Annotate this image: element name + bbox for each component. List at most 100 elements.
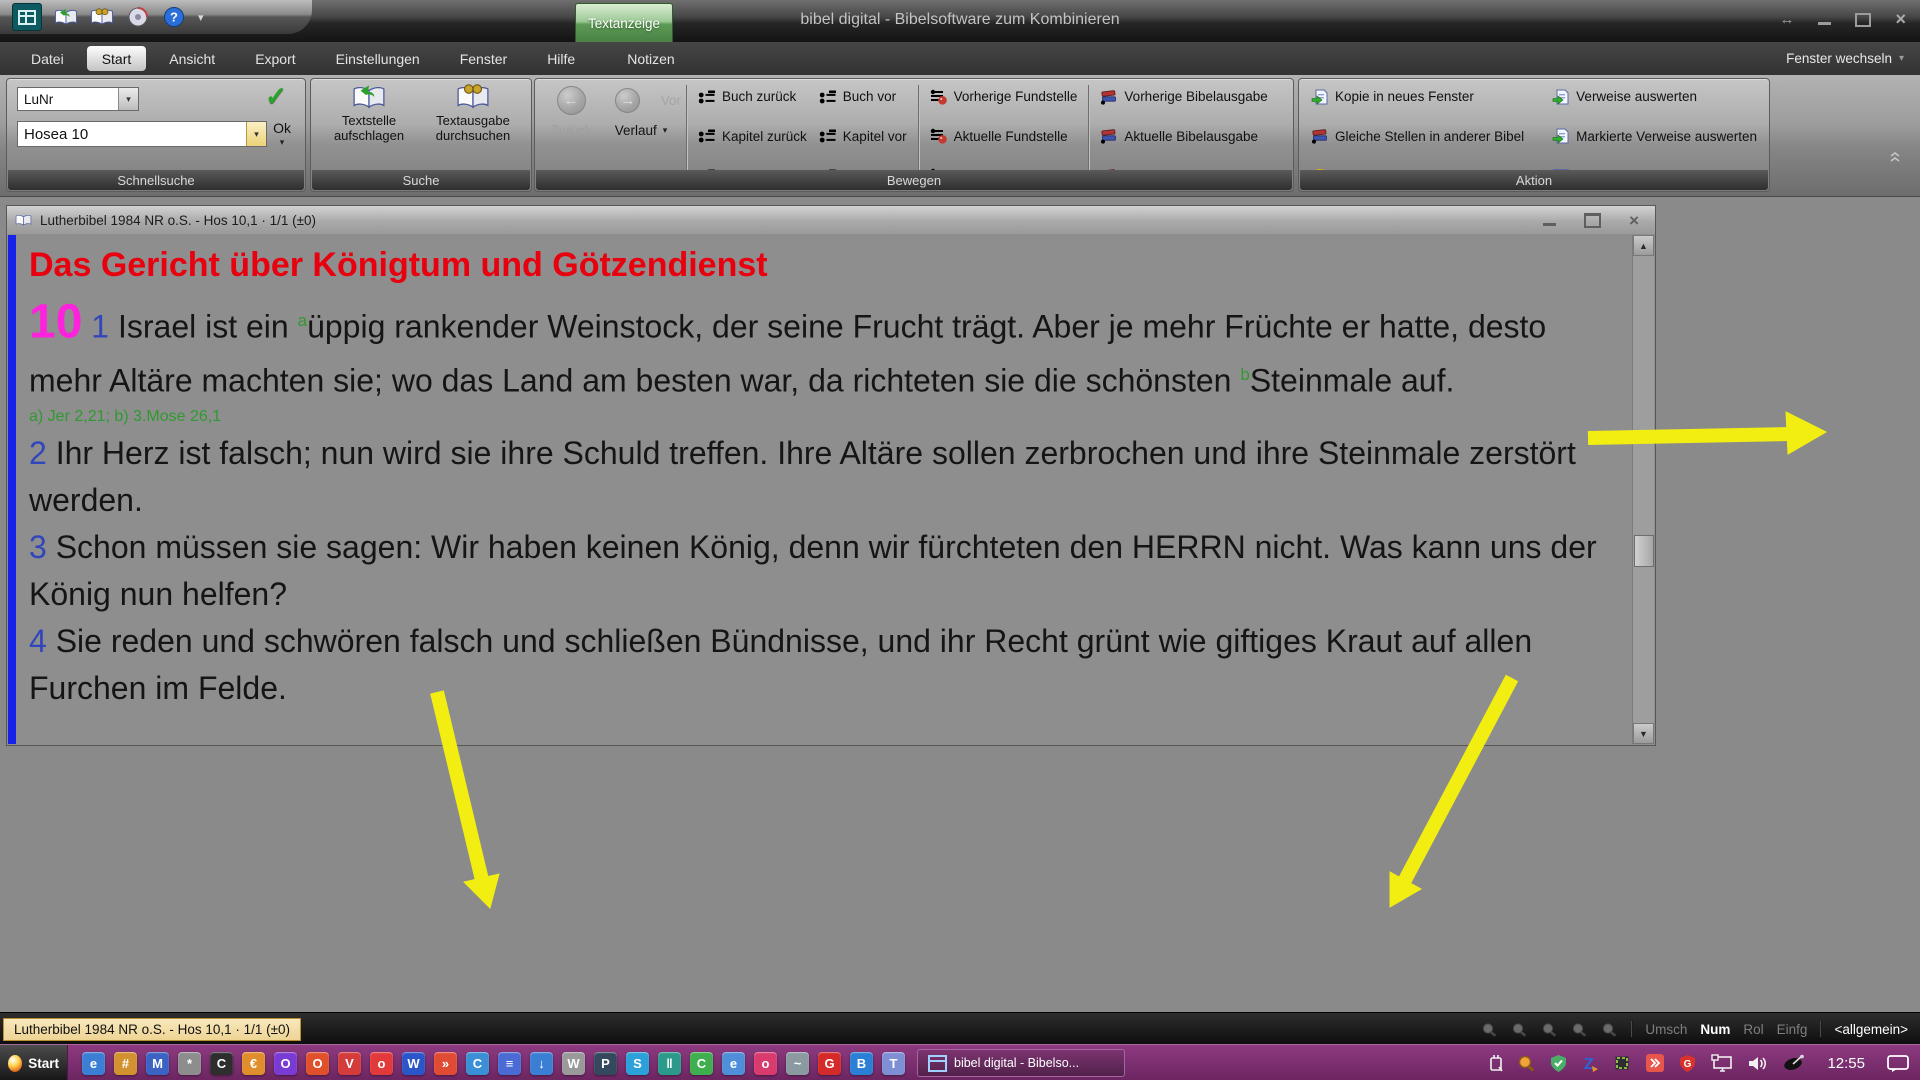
app-icon[interactable]: P [594,1052,617,1075]
buch-zurueck-button[interactable]: Buch zurück [694,84,811,109]
back-icon[interactable]: ← [557,86,586,115]
minimize-icon[interactable] [1818,22,1831,25]
tab-notizen[interactable]: Notizen [610,42,691,75]
tray-volume-icon[interactable] [1747,1054,1769,1073]
kapitel-zurueck-button[interactable]: Kapitel zurück [694,124,811,149]
footnote-marker[interactable]: b [1240,365,1249,384]
tray-satellite-icon[interactable] [1782,1054,1806,1073]
tray-network-icon[interactable] [1710,1054,1734,1073]
app-icon[interactable]: ~ [786,1052,809,1075]
app-icon[interactable]: V [338,1052,361,1075]
vorherige-bibelausgabe-button[interactable]: Vorherige Bibelausgabe [1096,84,1271,109]
textstelle-label: Textstelle aufschlagen [319,114,419,144]
close-icon[interactable]: × [1895,9,1906,30]
app-icon[interactable]: o [370,1052,393,1075]
textstelle-aufschlagen-button[interactable]: Textstelle aufschlagen [319,83,419,144]
start-orb-icon [8,1055,22,1072]
aktuelle-bibelausgabe-button[interactable]: Aktuelle Bibelausgabe [1096,124,1271,149]
scroll-down-icon[interactable]: ▼ [1633,723,1654,744]
app-icon[interactable]: C [466,1052,489,1075]
scroll-up-icon[interactable]: ▲ [1633,235,1654,256]
app-icon[interactable]: # [114,1052,137,1075]
gleiche-stellen-button[interactable]: Gleiche Stellen in anderer Bibel [1307,124,1544,149]
window-switch-icon[interactable]: ↔ [1779,12,1794,27]
zoom-tool-icon[interactable] [1511,1022,1528,1037]
textausgabe-durchsuchen-button[interactable]: Textausgabe durchsuchen [423,83,523,144]
tab-datei[interactable]: Datei [14,42,81,75]
vertical-scrollbar[interactable]: ▲ ▼ [1632,235,1654,744]
close-icon[interactable]: × [1629,212,1639,229]
scrollbar-thumb[interactable] [1634,535,1654,567]
app-icon[interactable]: M [146,1052,169,1075]
app-icon[interactable]: C [210,1052,233,1075]
search-type-combobox[interactable]: LuNr ▾ [17,87,139,111]
tab-einstellungen[interactable]: Einstellungen [319,42,437,75]
kopie-in-neues-fenster-button[interactable]: Kopie in neues Fenster [1307,84,1544,109]
start-button[interactable]: Start [0,1045,68,1080]
restore-icon[interactable] [1584,213,1601,228]
fenster-wechseln-button[interactable]: Fenster wechseln ▾ [1786,42,1904,75]
zoom-tool-icon[interactable] [1541,1022,1558,1037]
ok-button[interactable]: Ok ▾ [273,121,291,147]
vor-button[interactable]: → Vor [601,88,681,113]
app-icon[interactable]: B [850,1052,873,1075]
tab-hilfe[interactable]: Hilfe [530,42,592,75]
app-icon[interactable]: ↓ [530,1052,553,1075]
kapitel-vor-button[interactable]: Kapitel vor [815,124,911,149]
markierte-verweise-auswerten-button[interactable]: Markierte Verweise auswerten [1548,124,1761,149]
chevron-down-icon[interactable]: ▾ [246,122,266,146]
zoom-tool-icon[interactable] [1601,1022,1618,1037]
app-icon[interactable]: O [306,1052,329,1075]
app-icon[interactable]: G [818,1052,841,1075]
page-arrow-icon [1552,128,1570,144]
tray-usb-icon[interactable] [1488,1053,1504,1073]
tab-start[interactable]: Start [87,46,147,71]
tray-notification-icon[interactable] [1886,1053,1910,1073]
verweise-auswerten-button[interactable]: Verweise auswerten [1548,84,1761,109]
tray-search-icon[interactable] [1517,1054,1536,1073]
tab-export[interactable]: Export [238,42,312,75]
app-icon[interactable]: * [178,1052,201,1075]
app-icon[interactable]: e [82,1052,105,1075]
ribbon-collapse-icon[interactable] [1888,150,1902,168]
verlauf-button[interactable]: Verlauf ▾ [601,123,681,138]
reference-combobox[interactable]: Hosea 10 ▾ [17,121,267,147]
document-title-bar[interactable]: Lutherbibel 1984 NR o.S. - Hos 10,1 · 1/… [7,206,1655,235]
footnote-marker[interactable]: a [298,311,307,330]
zoom-tool-icon[interactable] [1481,1022,1498,1037]
app-icon[interactable]: o [754,1052,777,1075]
app-icon[interactable]: e [722,1052,745,1075]
app-icon[interactable]: » [434,1052,457,1075]
aktuelle-fundstelle-button[interactable]: Aktuelle Fundstelle [926,124,1082,149]
app-icon[interactable]: € [242,1052,265,1075]
minimize-icon[interactable] [1543,223,1556,226]
maximize-icon[interactable] [1855,13,1871,27]
footnote-references[interactable]: a) Jer 2,21; b) 3.Mose 26,1 [29,408,1619,426]
app-icon[interactable]: ≡ [498,1052,521,1075]
group-label-aktion: Aktion [1300,170,1768,190]
zurueck-button[interactable]: Zurück [541,123,601,138]
buch-vor-button[interactable]: Buch vor [815,84,911,109]
tray-gdata-shield-icon[interactable]: G [1678,1054,1697,1073]
app-icon[interactable]: O [274,1052,297,1075]
confirm-check-icon[interactable]: ✓ [265,81,287,112]
vorherige-fundstelle-button[interactable]: Vorherige Fundstelle [926,84,1082,109]
clock[interactable]: 12:55 [1827,1055,1865,1072]
zoom-tool-icon[interactable] [1571,1022,1588,1037]
app-icon[interactable]: C [690,1052,713,1075]
tray-z-icon[interactable]: Z [1581,1054,1600,1073]
tab-fenster[interactable]: Fenster [443,42,524,75]
app-icon[interactable]: S [626,1052,649,1075]
app-icon[interactable]: ‖ [658,1052,681,1075]
app-icon[interactable]: W [562,1052,585,1075]
app-icon[interactable]: T [882,1052,905,1075]
tray-share-icon[interactable] [1645,1053,1665,1073]
group-bewegen: ← → Vor Zurück Verlauf ▾ Buch zurück Kap… [534,78,1294,192]
bible-text: Das Gericht über Königtum und Götzendien… [29,238,1619,712]
chevron-down-icon[interactable]: ▾ [118,88,138,110]
tray-shield-check-icon[interactable] [1549,1054,1568,1073]
taskbar-window-button[interactable]: bibel digital - Bibelso... [917,1049,1125,1077]
app-icon[interactable]: W [402,1052,425,1075]
tray-selection-icon[interactable] [1613,1054,1632,1073]
tab-ansicht[interactable]: Ansicht [152,42,232,75]
